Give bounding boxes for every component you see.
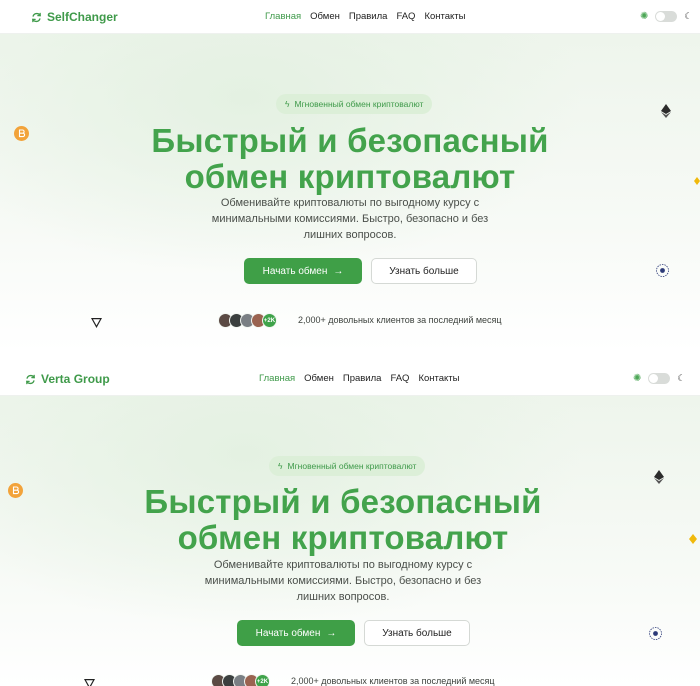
hero-title-line-1: Быстрый и безопасный xyxy=(151,122,549,159)
hero-title: Быстрый и безопасный обмен криптовалют xyxy=(0,123,700,195)
theme-controls: ✺ ☾ xyxy=(640,11,692,22)
avatar-count: +2K xyxy=(262,313,277,328)
start-exchange-label: Начать обмен xyxy=(255,627,321,639)
learn-more-button[interactable]: Узнать больше xyxy=(371,258,477,284)
top-nav: Verta Group Главная Обмен Правила FAQ Ко… xyxy=(0,362,700,396)
tron-icon xyxy=(84,679,95,686)
clients-text: 2,000+ довольных клиентов за последний м… xyxy=(291,676,495,686)
tron-icon xyxy=(91,318,102,328)
sun-icon: ✺ xyxy=(640,11,649,22)
refresh-icon xyxy=(32,12,41,22)
ethereum-icon xyxy=(654,470,664,484)
brand-name: Verta Group xyxy=(41,372,110,386)
brand-logo[interactable]: SelfChanger xyxy=(31,10,118,24)
hero-badge-text: Мгновенный обмен криптовалют xyxy=(294,99,424,109)
cosmos-icon xyxy=(649,627,662,640)
nav-exchange[interactable]: Обмен xyxy=(310,11,340,22)
refresh-icon xyxy=(26,374,35,384)
clients-text: 2,000+ довольных клиентов за последний м… xyxy=(298,315,502,325)
start-exchange-button[interactable]: Начать обмен → xyxy=(244,258,362,284)
brand-name: SelfChanger xyxy=(47,10,118,24)
nav-home[interactable]: Главная xyxy=(259,373,295,384)
sun-icon: ✺ xyxy=(633,373,642,384)
hero-subtitle-line-3: лишних вопросов. xyxy=(303,229,397,241)
hero-subtitle-line-2: минимальными комиссиями. Быстро, безопас… xyxy=(204,575,482,587)
bnb-icon xyxy=(689,534,697,544)
nav-contacts[interactable]: Контакты xyxy=(424,11,465,22)
hero-badge: ϟ Мгновенный обмен криптовалют xyxy=(276,94,433,114)
hero-title-line-1: Быстрый и безопасный xyxy=(144,483,542,520)
hero-subtitle-line-1: Обменивайте криптовалюты по выгодному ку… xyxy=(220,197,480,209)
nav-home[interactable]: Главная xyxy=(265,11,301,22)
main-menu: Главная Обмен Правила FAQ Контакты xyxy=(265,11,466,22)
nav-exchange[interactable]: Обмен xyxy=(304,373,334,384)
site-screenshot-selfchanger: SelfChanger Главная Обмен Правила FAQ Ко… xyxy=(0,0,700,352)
nav-faq[interactable]: FAQ xyxy=(390,373,409,384)
hero-subtitle: Обменивайте криптовалюты по выгодному ку… xyxy=(0,557,693,605)
bolt-icon: ϟ xyxy=(278,461,283,471)
start-exchange-label: Начать обмен xyxy=(262,265,328,277)
moon-icon: ☾ xyxy=(677,373,686,383)
arrow-right-icon: → xyxy=(333,265,344,277)
main-menu: Главная Обмен Правила FAQ Контакты xyxy=(259,373,460,384)
hero-badge-text: Мгновенный обмен криптовалют xyxy=(287,461,417,471)
hero-subtitle-line-2: минимальными комиссиями. Быстро, безопас… xyxy=(211,213,489,225)
theme-toggle[interactable] xyxy=(655,11,678,22)
hero-subtitle-line-1: Обменивайте криптовалюты по выгодному ку… xyxy=(213,559,473,571)
start-exchange-button[interactable]: Начать обмен → xyxy=(237,620,355,646)
nav-faq[interactable]: FAQ xyxy=(396,11,415,22)
top-nav: SelfChanger Главная Обмен Правила FAQ Ко… xyxy=(0,0,700,34)
hero-title-line-2: обмен криптовалют xyxy=(184,158,516,195)
bitcoin-icon xyxy=(14,126,29,141)
nav-contacts[interactable]: Контакты xyxy=(418,373,459,384)
avatar-count: +2K xyxy=(255,674,270,686)
brand-logo[interactable]: Verta Group xyxy=(25,372,110,386)
site-screenshot-verta-group: Verta Group Главная Обмен Правила FAQ Ко… xyxy=(0,362,700,686)
hero-subtitle: Обменивайте криптовалюты по выгодному ку… xyxy=(0,195,700,243)
bnb-icon xyxy=(694,177,700,185)
ethereum-icon xyxy=(661,104,671,118)
learn-more-button[interactable]: Узнать больше xyxy=(364,620,470,646)
hero-subtitle-line-3: лишних вопросов. xyxy=(296,591,390,603)
learn-more-label: Узнать больше xyxy=(389,265,459,277)
hero-title: Быстрый и безопасный обмен криптовалют xyxy=(0,484,693,556)
client-avatars: +2K xyxy=(218,313,277,328)
learn-more-label: Узнать больше xyxy=(382,627,452,639)
hero-badge: ϟ Мгновенный обмен криптовалют xyxy=(269,456,426,476)
moon-icon: ☾ xyxy=(684,11,693,21)
client-avatars: +2K xyxy=(211,674,270,686)
theme-toggle[interactable] xyxy=(648,373,671,384)
theme-controls: ✺ ☾ xyxy=(633,373,685,384)
hero-title-line-2: обмен криптовалют xyxy=(177,519,509,556)
nav-rules[interactable]: Правила xyxy=(343,373,382,384)
bitcoin-icon xyxy=(8,483,23,498)
nav-rules[interactable]: Правила xyxy=(349,11,388,22)
arrow-right-icon: → xyxy=(326,627,337,639)
cosmos-icon xyxy=(656,264,669,277)
bolt-icon: ϟ xyxy=(285,99,290,109)
